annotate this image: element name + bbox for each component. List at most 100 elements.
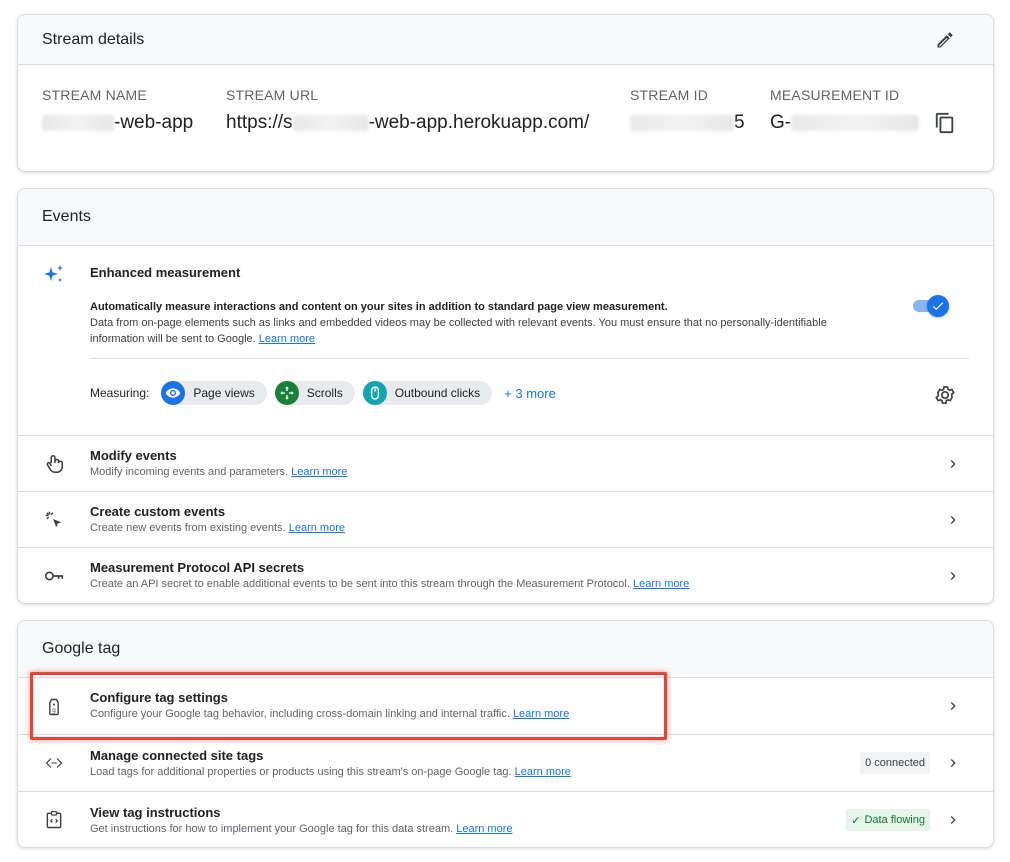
chip-outbound-clicks-label: Outbound clicks bbox=[394, 386, 481, 400]
measurement-id-field: MEASUREMENT ID G- bbox=[770, 87, 920, 134]
touch-icon bbox=[42, 452, 66, 476]
measurement-id-label: MEASUREMENT ID bbox=[770, 87, 900, 103]
chip-page-views[interactable]: Page views bbox=[161, 381, 267, 405]
chip-scrolls[interactable]: Scrolls bbox=[274, 381, 355, 405]
check-icon: ✓ bbox=[851, 814, 861, 827]
redacted-block bbox=[292, 114, 369, 131]
stream-name-field: STREAM NAME -web-app bbox=[42, 87, 193, 134]
redacted-block bbox=[42, 114, 114, 131]
measurement-protocol-sub-text: Create an API secret to enable additiona… bbox=[90, 578, 630, 590]
modify-events-learn-more[interactable]: Learn more bbox=[291, 466, 347, 478]
stream-id-field: STREAM ID 5 bbox=[630, 87, 745, 134]
create-custom-events-row[interactable]: Create custom events Create new events f… bbox=[18, 492, 993, 548]
stream-details-card: Stream details STREAM NAME -web-app STRE… bbox=[17, 14, 994, 172]
stream-id-text: 5 bbox=[734, 112, 745, 133]
gear-icon[interactable] bbox=[931, 381, 959, 409]
divider bbox=[90, 358, 969, 359]
copy-icon[interactable] bbox=[931, 109, 959, 137]
chip-scrolls-label: Scrolls bbox=[306, 386, 343, 400]
google-tag-card: Google tag g Configure tag settings Conf… bbox=[17, 620, 994, 848]
measurement-protocol-subtitle: Create an API secret to enable additiona… bbox=[90, 578, 689, 590]
measuring-row: Measuring: Page views Scrolls Outbound c… bbox=[90, 381, 556, 405]
stream-details-header: Stream details bbox=[18, 15, 993, 65]
stream-id-value: 5 bbox=[630, 112, 745, 134]
manage-connected-site-tags-sub-text: Load tags for additional properties or p… bbox=[90, 766, 512, 778]
connected-count-badge: 0 connected bbox=[860, 752, 930, 774]
events-header: Events bbox=[18, 189, 993, 246]
create-custom-events-title: Create custom events bbox=[90, 504, 226, 519]
data-flowing-label: Data flowing bbox=[864, 814, 925, 826]
enhanced-desc-bold: Automatically measure interactions and c… bbox=[90, 301, 668, 313]
stream-name-value: -web-app bbox=[42, 112, 193, 134]
redacted-block bbox=[791, 114, 920, 131]
configure-tag-settings-row[interactable]: g Configure tag settings Configure your … bbox=[18, 678, 993, 735]
code-icon bbox=[42, 751, 66, 775]
view-tag-instructions-learn-more[interactable]: Learn more bbox=[456, 823, 512, 835]
chevron-right-icon bbox=[943, 454, 963, 474]
manage-connected-site-tags-subtitle: Load tags for additional properties or p… bbox=[90, 766, 571, 778]
stream-name-label: STREAM NAME bbox=[42, 87, 147, 103]
stream-name-text: -web-app bbox=[114, 112, 194, 133]
google-tag-header: Google tag bbox=[18, 621, 993, 678]
key-icon bbox=[42, 564, 66, 588]
mouse-icon bbox=[362, 381, 387, 405]
enhanced-measurement-title: Enhanced measurement bbox=[90, 265, 241, 280]
cursor-click-icon bbox=[42, 508, 66, 532]
measurement-protocol-row[interactable]: Measurement Protocol API secrets Create … bbox=[18, 548, 993, 603]
google-tag-title: Google tag bbox=[42, 640, 121, 657]
view-tag-instructions-sub-text: Get instructions for how to implement yo… bbox=[90, 823, 454, 835]
stream-id-label: STREAM ID bbox=[630, 87, 709, 103]
chip-outbound-clicks[interactable]: Outbound clicks bbox=[362, 381, 493, 405]
enhanced-desc-text: Data from on-page elements such as links… bbox=[90, 317, 827, 345]
eye-icon bbox=[161, 381, 186, 405]
measurement-protocol-learn-more[interactable]: Learn more bbox=[633, 578, 689, 590]
arrows-icon bbox=[274, 381, 299, 405]
stream-url-prefix: https://s bbox=[226, 112, 293, 133]
create-custom-events-subtitle: Create new events from existing events. … bbox=[90, 522, 345, 534]
redacted-block bbox=[630, 114, 734, 131]
configure-tag-settings-subtitle: Configure your Google tag behavior, incl… bbox=[90, 708, 569, 720]
chevron-right-icon bbox=[943, 753, 963, 773]
stream-url-suffix: -web-app.herokuapp.com/ bbox=[368, 112, 590, 133]
measuring-label: Measuring: bbox=[90, 386, 150, 400]
events-title: Events bbox=[42, 208, 91, 225]
measurement-protocol-title: Measurement Protocol API secrets bbox=[90, 560, 305, 575]
chevron-right-icon bbox=[943, 810, 963, 830]
stream-url-label: STREAM URL bbox=[226, 87, 319, 103]
modify-events-title: Modify events bbox=[90, 448, 177, 463]
stream-url-value: https://s -web-app.herokuapp.com/ bbox=[226, 112, 589, 134]
chevron-right-icon bbox=[943, 696, 963, 716]
enhanced-measurement-description: Automatically measure interactions and c… bbox=[90, 299, 880, 347]
enhanced-measurement-toggle[interactable] bbox=[913, 295, 949, 317]
create-custom-events-sub-text: Create new events from existing events. bbox=[90, 522, 286, 534]
events-card: Events Enhanced measurement Automaticall… bbox=[17, 188, 994, 604]
configure-tag-settings-learn-more[interactable]: Learn more bbox=[513, 708, 569, 720]
view-tag-instructions-row[interactable]: View tag instructions Get instructions f… bbox=[18, 792, 993, 847]
instructions-icon bbox=[42, 808, 66, 832]
tag-icon: g bbox=[42, 695, 66, 719]
configure-tag-settings-title: Configure tag settings bbox=[90, 690, 228, 705]
modify-events-sub-text: Modify incoming events and parameters. bbox=[90, 466, 289, 478]
sparkle-icon bbox=[42, 263, 66, 287]
chevron-right-icon bbox=[943, 510, 963, 530]
enhanced-learn-more-link[interactable]: Learn more bbox=[259, 333, 315, 345]
measurement-id-prefix: G- bbox=[770, 112, 792, 133]
more-link[interactable]: + 3 more bbox=[504, 386, 556, 401]
create-custom-events-learn-more[interactable]: Learn more bbox=[289, 522, 345, 534]
svg-text:g: g bbox=[52, 708, 56, 714]
configure-tag-settings-sub-text: Configure your Google tag behavior, incl… bbox=[90, 708, 510, 720]
stream-details-title: Stream details bbox=[42, 30, 145, 48]
check-icon bbox=[927, 295, 949, 317]
manage-connected-site-tags-title: Manage connected site tags bbox=[90, 748, 264, 763]
manage-connected-site-tags-row[interactable]: Manage connected site tags Load tags for… bbox=[18, 735, 993, 792]
measurement-id-value: G- bbox=[770, 112, 920, 134]
enhanced-measurement-section: Enhanced measurement Automatically measu… bbox=[18, 247, 993, 436]
modify-events-subtitle: Modify incoming events and parameters. L… bbox=[90, 466, 347, 478]
view-tag-instructions-subtitle: Get instructions for how to implement yo… bbox=[90, 823, 513, 835]
view-tag-instructions-title: View tag instructions bbox=[90, 805, 221, 820]
manage-connected-site-tags-learn-more[interactable]: Learn more bbox=[515, 766, 571, 778]
modify-events-row[interactable]: Modify events Modify incoming events and… bbox=[18, 436, 993, 492]
pencil-icon[interactable] bbox=[931, 26, 959, 54]
chip-page-views-label: Page views bbox=[193, 386, 255, 400]
chevron-right-icon bbox=[943, 566, 963, 586]
